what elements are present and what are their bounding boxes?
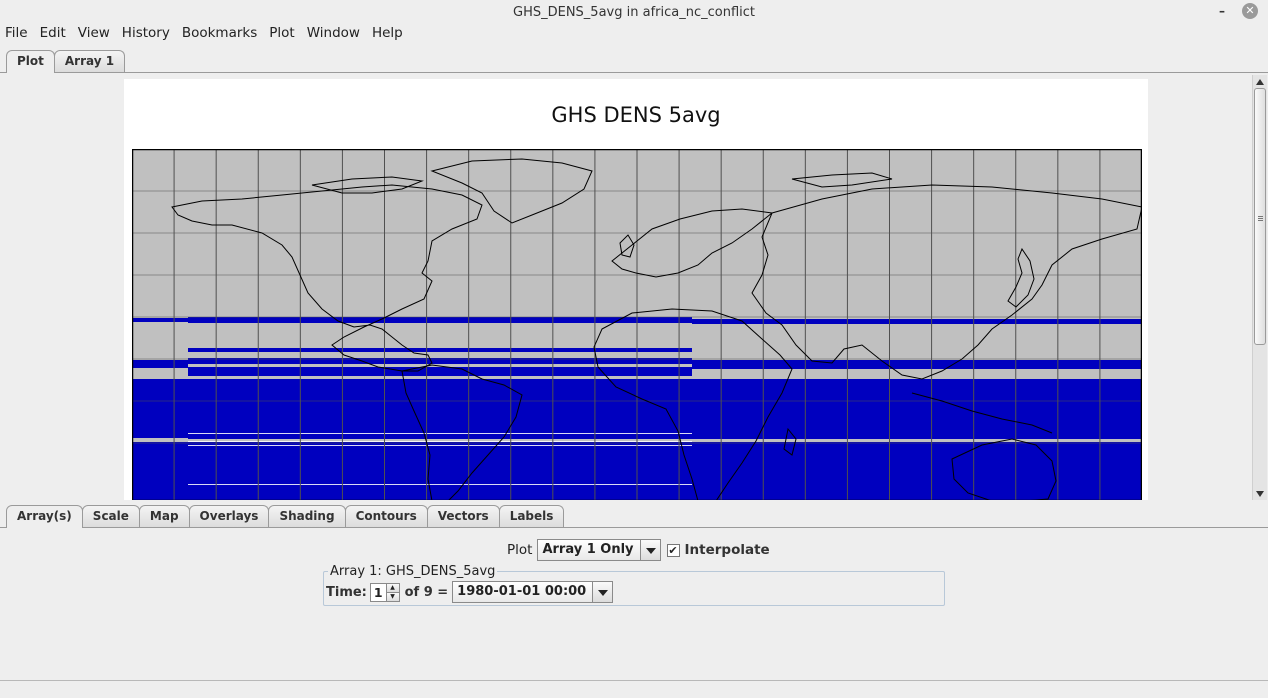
interpolate-checkbox[interactable]: ✔ bbox=[666, 543, 680, 557]
tab-shading[interactable]: Shading bbox=[268, 505, 346, 527]
window-titlebar: GHS_DENS_5avg in africa_nc_conflict – ✕ bbox=[0, 0, 1268, 24]
tab-overlays[interactable]: Overlays bbox=[188, 505, 270, 527]
tab-scale[interactable]: Scale bbox=[81, 505, 140, 527]
menu-plot[interactable]: Plot bbox=[263, 24, 300, 44]
top-tab-bar: Plot Array 1 bbox=[0, 50, 126, 73]
stepper-arrows: ▲ ▼ bbox=[385, 583, 399, 601]
data-band bbox=[692, 319, 1142, 324]
band-separator bbox=[188, 433, 692, 434]
array-1-group: Array 1: GHS_DENS_5avg Time: 1 ▲ ▼ of 9 … bbox=[323, 564, 945, 606]
data-band bbox=[188, 317, 692, 323]
data-band bbox=[188, 348, 692, 352]
time-count-text: of 9 = bbox=[404, 584, 449, 600]
plot-mode-row: Plot Array 1 Only ✔ Interpolate bbox=[507, 539, 770, 561]
stepper-up-icon[interactable]: ▲ bbox=[386, 583, 399, 593]
menu-edit[interactable]: Edit bbox=[34, 24, 72, 44]
stepper-down-icon[interactable]: ▼ bbox=[386, 592, 399, 601]
data-band bbox=[132, 435, 188, 438]
tab-array-1[interactable]: Array 1 bbox=[53, 50, 126, 72]
data-band bbox=[188, 435, 692, 439]
menu-history[interactable]: History bbox=[116, 24, 176, 44]
menu-window[interactable]: Window bbox=[301, 24, 366, 44]
menu-help[interactable]: Help bbox=[366, 24, 409, 44]
plot-canvas: GHS DENS 5avg bbox=[124, 79, 1148, 500]
data-band bbox=[132, 360, 188, 368]
scroll-thumb[interactable] bbox=[1254, 88, 1266, 345]
tab-arrays[interactable]: Array(s) bbox=[6, 505, 83, 528]
window-title: GHS_DENS_5avg in africa_nc_conflict bbox=[513, 5, 755, 20]
arrays-panel: Plot Array 1 Only ✔ Interpolate Array 1:… bbox=[0, 528, 1268, 678]
plot-mode-value: Array 1 Only bbox=[538, 540, 640, 560]
bottom-tab-bar: Array(s) Scale Map Overlays Shading Cont… bbox=[0, 505, 565, 528]
band-separator bbox=[188, 441, 692, 442]
time-index-value[interactable]: 1 bbox=[371, 584, 386, 601]
data-band bbox=[132, 318, 188, 322]
tab-vectors[interactable]: Vectors bbox=[426, 505, 500, 527]
tab-contours[interactable]: Contours bbox=[344, 505, 428, 527]
tab-plot[interactable]: Plot bbox=[6, 50, 55, 73]
array-group-title: Array 1: GHS_DENS_5avg bbox=[328, 564, 498, 579]
plot-panel: GHS DENS 5avg bbox=[0, 73, 1252, 500]
tab-labels[interactable]: Labels bbox=[498, 505, 565, 527]
plot-vertical-scrollbar[interactable] bbox=[1252, 75, 1267, 500]
time-label: Time: bbox=[326, 584, 367, 600]
interpolate-label: Interpolate bbox=[684, 542, 770, 558]
menu-view[interactable]: View bbox=[72, 24, 116, 44]
plot-mode-label: Plot bbox=[507, 542, 533, 558]
menu-bar: File Edit View History Bookmarks Plot Wi… bbox=[0, 24, 1268, 44]
scroll-grip bbox=[1258, 218, 1263, 219]
close-icon[interactable]: ✕ bbox=[1242, 3, 1258, 19]
status-divider bbox=[0, 680, 1268, 681]
scroll-up-icon[interactable] bbox=[1256, 79, 1264, 85]
scroll-grip bbox=[1258, 220, 1263, 221]
plot-title: GHS DENS 5avg bbox=[551, 103, 721, 127]
time-row: Time: 1 ▲ ▼ of 9 = 1980-01-01 00:00 bbox=[326, 581, 614, 603]
band-separator bbox=[188, 484, 692, 485]
time-value-dropdown[interactable]: 1980-01-01 00:00 bbox=[452, 581, 614, 603]
data-band bbox=[692, 360, 1142, 369]
plot-mode-dropdown[interactable]: Array 1 Only bbox=[537, 539, 661, 561]
time-index-stepper[interactable]: 1 ▲ ▼ bbox=[369, 582, 400, 602]
scroll-down-icon[interactable] bbox=[1256, 491, 1264, 497]
band-separator bbox=[188, 445, 692, 446]
data-band bbox=[692, 435, 1142, 439]
chevron-down-icon[interactable] bbox=[639, 540, 660, 560]
menu-file[interactable]: File bbox=[0, 24, 34, 44]
menu-bookmarks[interactable]: Bookmarks bbox=[176, 24, 263, 44]
minimize-icon[interactable]: – bbox=[1214, 3, 1230, 19]
data-band bbox=[188, 367, 692, 376]
tab-map[interactable]: Map bbox=[138, 505, 190, 527]
chevron-down-icon[interactable] bbox=[592, 582, 613, 602]
time-value: 1980-01-01 00:00 bbox=[453, 582, 593, 602]
world-map[interactable] bbox=[132, 149, 1142, 500]
scroll-grip bbox=[1258, 216, 1263, 217]
